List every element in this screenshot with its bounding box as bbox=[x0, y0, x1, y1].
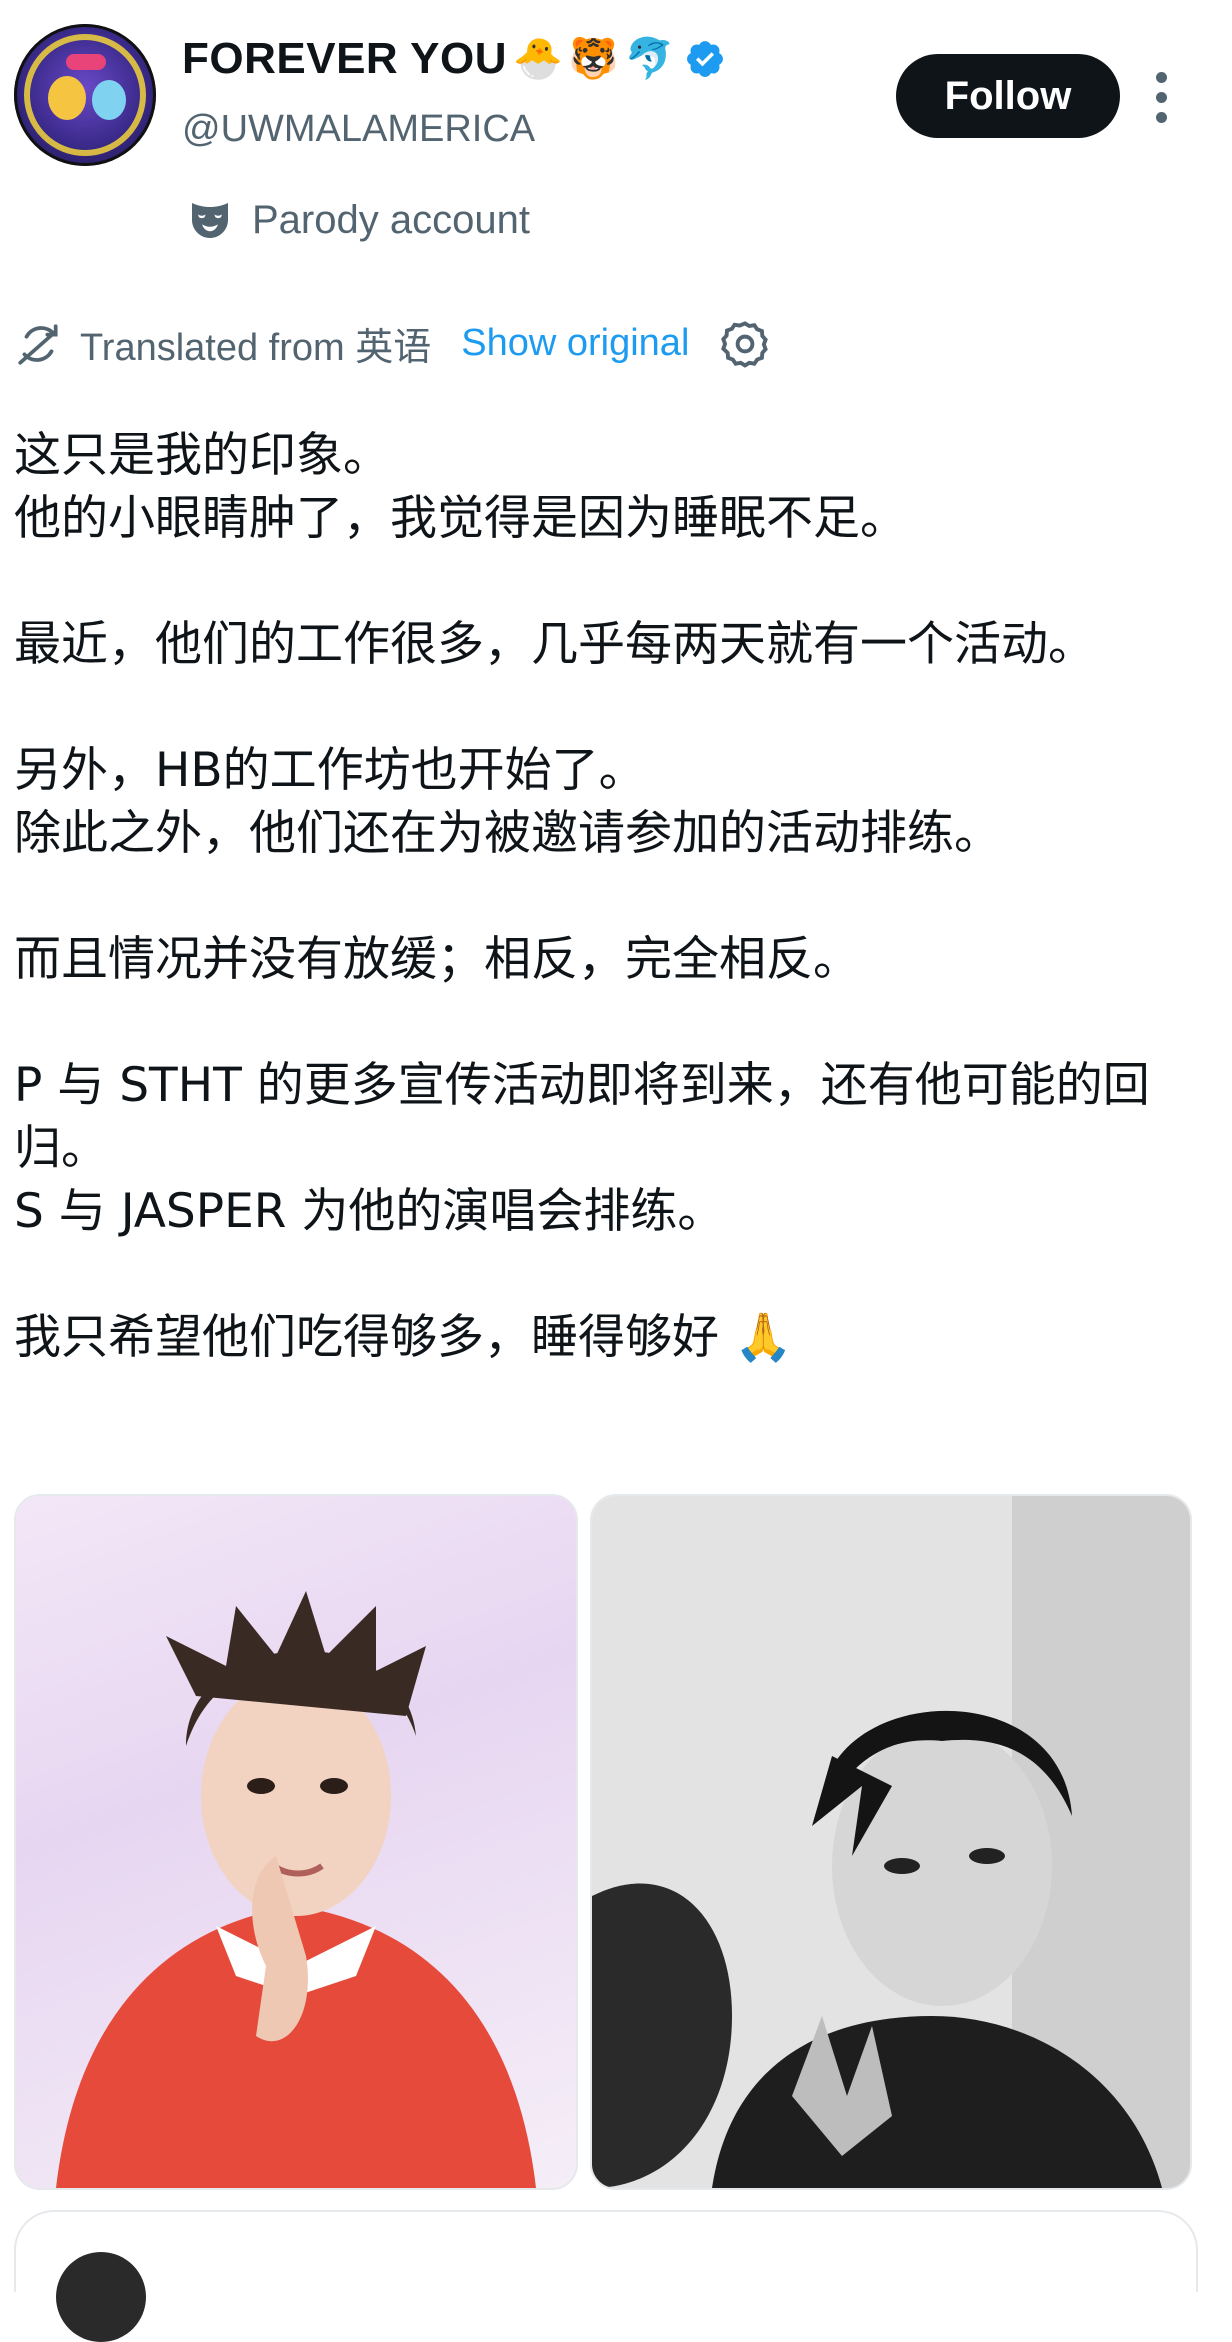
avatar[interactable] bbox=[14, 24, 156, 166]
parody-label: Parody account bbox=[252, 197, 530, 242]
translation-bar: Translated from 英语 Show original bbox=[14, 316, 771, 371]
show-original-link[interactable]: Show original bbox=[461, 322, 689, 365]
name-row: FOREVER YOU 🐣 🐯 🐬 bbox=[182, 34, 726, 84]
translated-from-label: Translated from 英语 bbox=[80, 327, 432, 369]
display-name[interactable]: FOREVER YOU bbox=[182, 34, 507, 84]
handle[interactable]: @UWMALAMERICA bbox=[182, 108, 535, 151]
avatar-graphic bbox=[66, 54, 106, 70]
parody-badge: Parody account bbox=[186, 196, 530, 244]
gear-icon[interactable] bbox=[719, 318, 771, 370]
mask-icon bbox=[192, 203, 228, 238]
name-emoji: 🐣 bbox=[512, 36, 563, 82]
photo-portrait-red-sweater bbox=[56, 1591, 536, 2188]
verified-badge-icon[interactable] bbox=[684, 38, 726, 80]
avatar bbox=[56, 2252, 146, 2342]
tweet-text: 这只是我的印象。 他的小眼睛肿了，我觉得是因为睡眠不足。 最近，他们的工作很多，… bbox=[14, 428, 1150, 1365]
avatar-graphic bbox=[48, 76, 86, 120]
more-vertical-icon[interactable] bbox=[1146, 72, 1178, 124]
quoted-card[interactable] bbox=[14, 2210, 1198, 2342]
translate-icon bbox=[18, 323, 58, 365]
photo-portrait-black-white bbox=[592, 1496, 1190, 2188]
tweet-photo[interactable] bbox=[590, 1494, 1192, 2190]
avatar-graphic bbox=[92, 80, 126, 120]
name-emoji: 🐬 bbox=[624, 36, 675, 82]
name-emoji: 🐯 bbox=[568, 36, 619, 82]
follow-button[interactable]: Follow bbox=[896, 54, 1120, 138]
tweet-photo[interactable] bbox=[14, 1494, 578, 2190]
